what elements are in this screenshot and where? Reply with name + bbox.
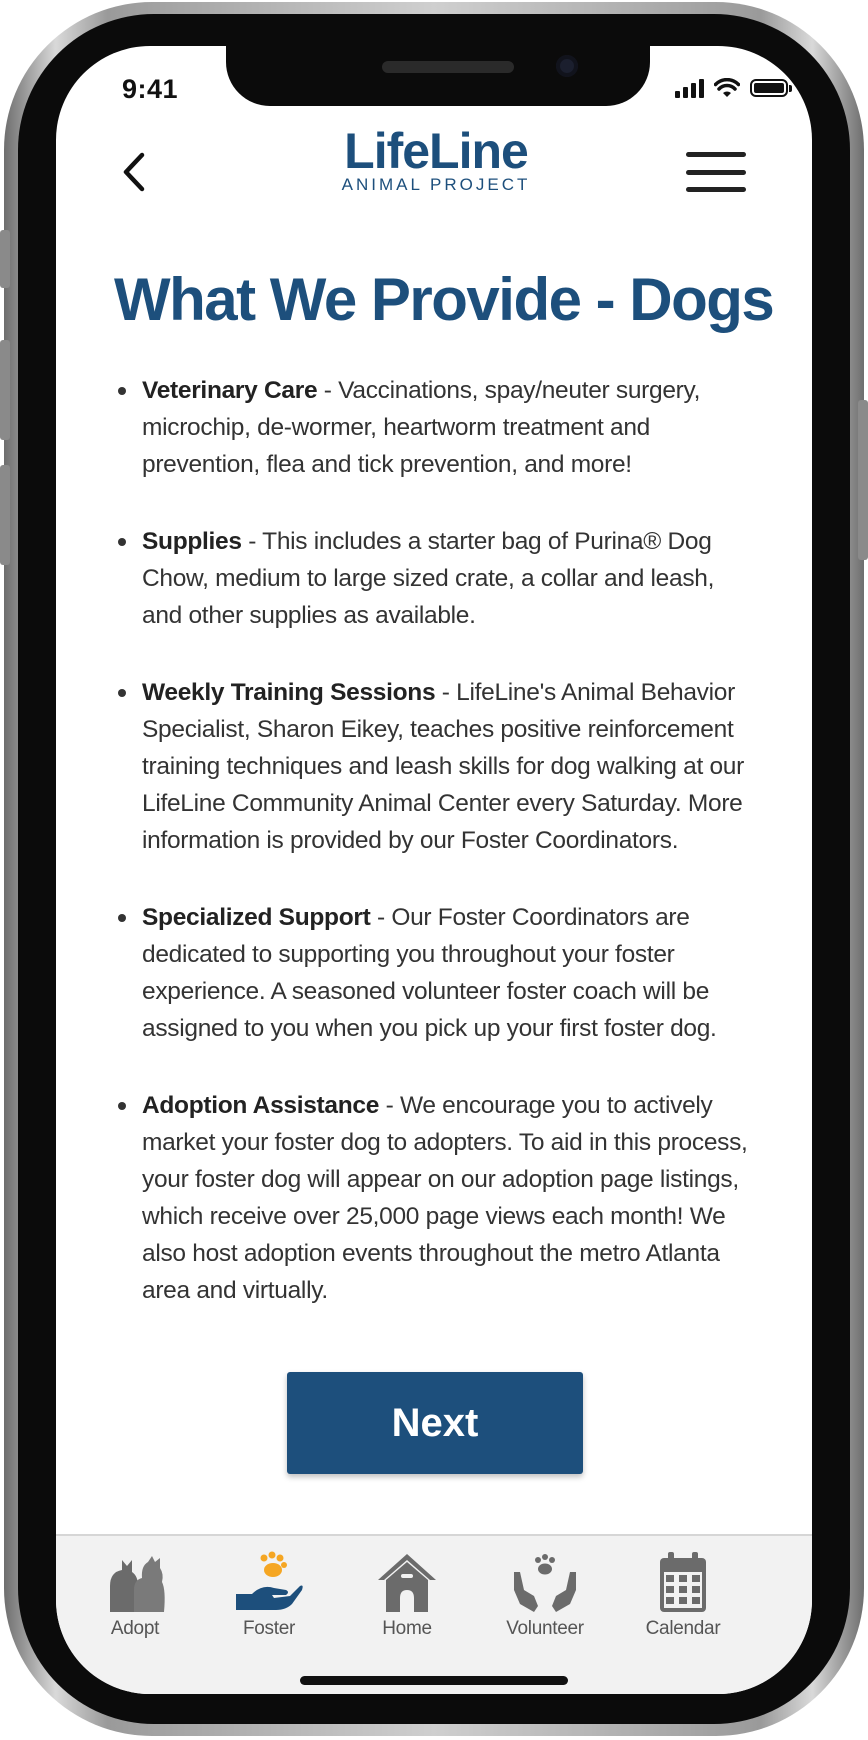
front-camera <box>556 55 578 77</box>
list-item-weekly-training: Weekly Training Sessions - LifeLine's An… <box>114 674 754 859</box>
list-item-veterinary-care: Veterinary Care - Vaccinations, spay/neu… <box>114 372 754 483</box>
page-title: What We Provide - Dogs <box>114 266 775 333</box>
earpiece-speaker <box>382 61 514 73</box>
tab-label: Calendar <box>645 1618 721 1639</box>
wifi-icon <box>714 78 740 97</box>
cellular-signal-icon <box>675 78 704 98</box>
power-button <box>858 400 868 560</box>
status-time: 9:41 <box>122 74 179 104</box>
item-title: Adoption Assistance <box>142 1092 380 1119</box>
logo-wordmark: LifeLine <box>344 123 529 179</box>
list-item-adoption-assistance: Adoption Assistance - We encourage you t… <box>114 1087 754 1309</box>
tab-adopt[interactable]: Adopt <box>70 1550 200 1650</box>
bullet-dot <box>118 914 126 922</box>
bottom-tab-bar: Adopt Foster Home Volunteer Calendar <box>56 1534 812 1694</box>
item-text: - We encourage you to actively market yo… <box>142 1092 748 1304</box>
bullet-dot <box>118 387 126 395</box>
item-title: Weekly Training Sessions <box>142 679 436 706</box>
silent-switch <box>0 230 10 288</box>
provisions-list: Veterinary Care - Vaccinations, spay/neu… <box>114 372 754 1309</box>
tab-label: Foster <box>242 1618 296 1639</box>
bullet-dot <box>118 538 126 546</box>
tab-volunteer[interactable]: Volunteer <box>480 1550 610 1650</box>
tab-label: Home <box>382 1618 432 1639</box>
tab-home[interactable]: Home <box>342 1550 472 1650</box>
notch <box>226 46 650 106</box>
house-icon <box>378 1554 436 1612</box>
menu-line <box>686 152 746 157</box>
tab-label: Adopt <box>110 1618 160 1639</box>
list-item-specialized-support: Specialized Support - Our Foster Coordin… <box>114 899 754 1047</box>
bullet-dot <box>118 689 126 697</box>
calendar-icon <box>660 1552 706 1612</box>
bullet-dot <box>118 1102 126 1110</box>
lifeline-logo[interactable]: LifeLine ANIMAL PROJECT <box>306 124 566 194</box>
logo-tagline: ANIMAL PROJECT <box>341 175 531 194</box>
menu-line <box>686 169 746 175</box>
status-icons <box>675 76 792 100</box>
paw-hand-icon <box>236 1551 303 1610</box>
list-item-supplies: Supplies - This includes a starter bag o… <box>114 523 754 634</box>
item-title: Supplies <box>142 528 242 555</box>
content-scroll-area[interactable]: Veterinary Care - Vaccinations, spay/neu… <box>114 372 754 1382</box>
menu-line <box>686 187 746 192</box>
phone-screen: 9:41 LifeLine ANIMAL PROJECT What We Pro… <box>56 46 812 1694</box>
hamburger-menu-button[interactable] <box>686 152 746 192</box>
volume-down-button <box>0 465 10 565</box>
tab-label: Volunteer <box>506 1618 584 1639</box>
pets-icon <box>110 1556 165 1612</box>
next-button[interactable]: Next <box>287 1372 583 1474</box>
home-indicator[interactable] <box>300 1676 568 1685</box>
item-title: Specialized Support <box>142 904 371 931</box>
volume-up-button <box>0 340 10 440</box>
back-button[interactable] <box>114 144 154 200</box>
tab-calendar[interactable]: Calendar <box>618 1550 748 1650</box>
chevron-left-icon <box>123 152 145 192</box>
battery-icon <box>750 79 792 97</box>
helping-hands-icon <box>514 1554 576 1612</box>
tab-foster[interactable]: Foster <box>204 1550 334 1650</box>
item-title: Veterinary Care <box>142 377 318 404</box>
